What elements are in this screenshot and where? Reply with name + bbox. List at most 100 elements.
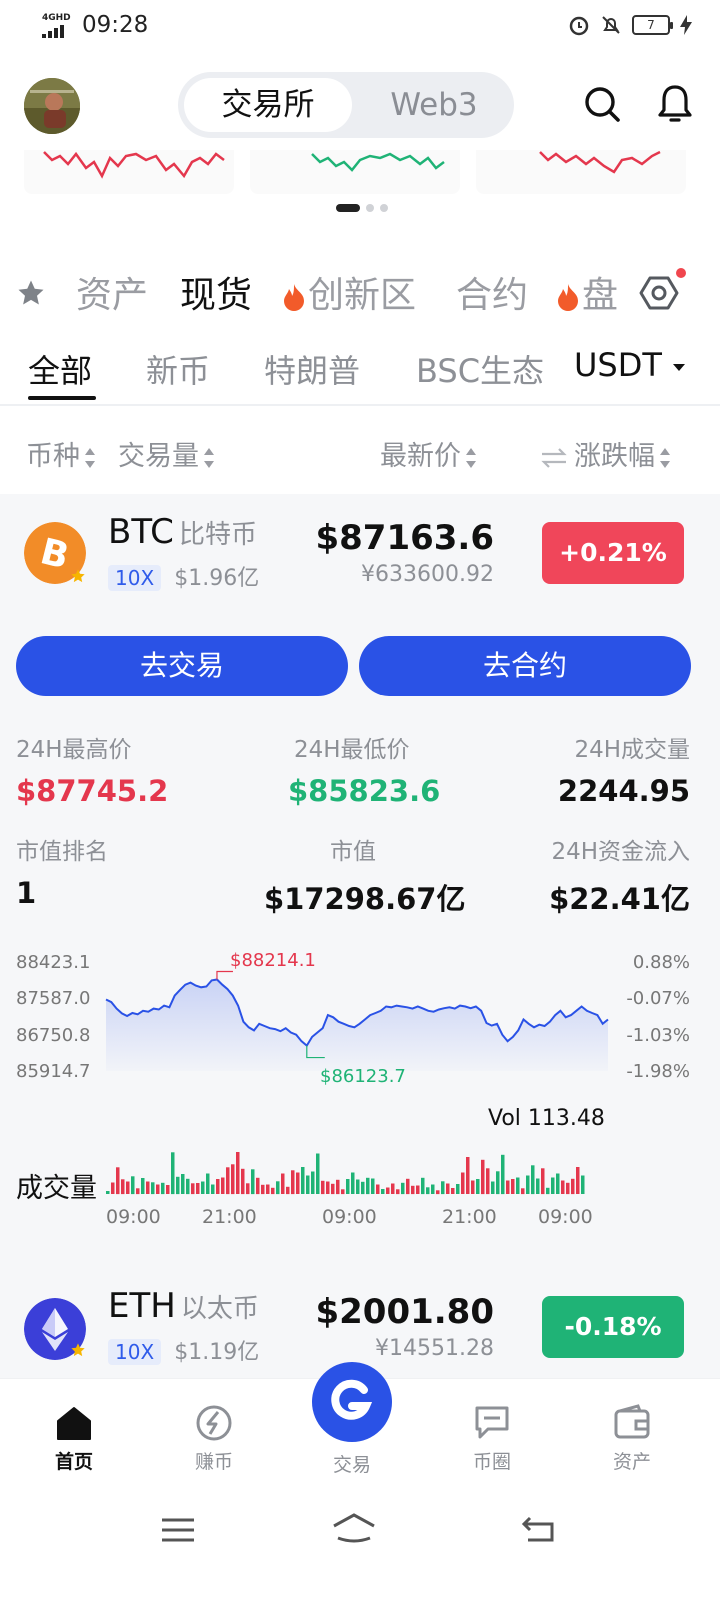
sort-change[interactable]: 涨跌幅 xyxy=(540,434,671,473)
market-banner-card[interactable] xyxy=(24,150,234,194)
back-icon[interactable] xyxy=(520,1514,556,1544)
volume-bar xyxy=(516,1177,520,1194)
nav-home[interactable]: 首页 xyxy=(24,1403,124,1474)
volume-bar xyxy=(276,1181,280,1195)
avatar[interactable] xyxy=(24,78,80,134)
menu-icon[interactable] xyxy=(160,1516,196,1544)
search-icon[interactable] xyxy=(582,84,622,124)
mini-chart xyxy=(311,152,445,172)
volume-bar xyxy=(251,1169,255,1195)
alarm-icon xyxy=(569,16,589,36)
inflow-value: $22.41亿 xyxy=(549,882,690,916)
volume-bar xyxy=(291,1170,295,1195)
go-contract-button[interactable]: 去合约 xyxy=(359,636,691,696)
tab-pre-market[interactable]: 盘 xyxy=(556,266,618,318)
quote-currency-select[interactable]: USDT xyxy=(574,346,686,384)
sort-coin[interactable]: 币种 xyxy=(26,434,96,473)
volume-24h-label: 24H成交量 xyxy=(574,737,690,763)
nav-assets[interactable]: 资产 xyxy=(582,1403,682,1474)
volume-bar xyxy=(386,1187,390,1194)
nav-community[interactable]: 币圈 xyxy=(442,1403,542,1474)
caret-down-icon xyxy=(673,364,686,371)
tab-innovation[interactable]: 创新区 xyxy=(282,266,416,318)
volume-bar xyxy=(546,1187,550,1195)
coin-name: 比特币 xyxy=(178,520,257,550)
subtab-trump[interactable]: 特朗普 xyxy=(264,346,360,392)
volume-bar xyxy=(171,1152,175,1195)
subtab-all[interactable]: 全部 xyxy=(28,346,92,392)
volume-bar xyxy=(336,1179,340,1195)
tab-innovation-label: 创新区 xyxy=(308,275,417,316)
home-gesture-icon[interactable] xyxy=(330,1512,378,1544)
banner-pagination xyxy=(336,204,388,212)
high-value: $87745.2 xyxy=(16,774,169,808)
sort-price[interactable]: 最新价 xyxy=(380,434,477,473)
volume-bar xyxy=(136,1188,140,1195)
inflow-label: 24H资金流入 xyxy=(551,839,690,865)
volume-bar xyxy=(301,1167,305,1194)
subtab-underline xyxy=(28,396,96,400)
volume-chart xyxy=(106,1152,585,1195)
market-banner-card[interactable] xyxy=(476,150,686,194)
settings-icon[interactable] xyxy=(638,272,680,314)
tab-assets[interactable]: 资产 xyxy=(76,266,148,318)
favorites-star-icon[interactable] xyxy=(16,278,46,308)
tab-pre-market-label: 盘 xyxy=(582,275,619,316)
signal-icon xyxy=(42,25,64,38)
volume-bar xyxy=(166,1185,170,1194)
volume-bar xyxy=(441,1181,445,1195)
change-badge[interactable]: -0.18% xyxy=(542,1296,684,1358)
volume-bar xyxy=(211,1184,215,1194)
column-coin-label: 币种 xyxy=(26,441,80,472)
volume-bar xyxy=(236,1152,240,1194)
change-badge[interactable]: +0.21% xyxy=(542,522,684,584)
volume-bar xyxy=(421,1177,425,1195)
swap-icon xyxy=(541,447,567,468)
go-trade-button[interactable]: 去交易 xyxy=(16,636,348,696)
volume-bar xyxy=(471,1180,475,1194)
x-tick-label: 21:00 xyxy=(202,1206,257,1228)
volume-24h-value: 2244.95 xyxy=(557,774,690,808)
wallet-icon xyxy=(614,1404,650,1439)
battery-indicator: 7 xyxy=(632,15,673,35)
volume-bar xyxy=(506,1180,510,1194)
btc-row[interactable]: B BTC 比特币 10X $1.96亿 $87163.6 ¥633600.92… xyxy=(0,506,720,606)
mini-chart xyxy=(539,150,661,174)
tab-spot[interactable]: 现货 xyxy=(180,266,252,318)
volume-bar xyxy=(201,1181,205,1194)
volume-readout: Vol 113.48 xyxy=(488,1106,605,1131)
volume-bar xyxy=(151,1182,155,1195)
volume-bar xyxy=(331,1183,335,1195)
coin-price-cny: ¥14551.28 xyxy=(375,1336,494,1361)
avatar-image xyxy=(24,78,80,134)
high-label: 24H最高价 xyxy=(16,737,132,763)
volume-bar xyxy=(541,1168,545,1195)
volume-bar xyxy=(296,1172,300,1194)
rank-value: 1 xyxy=(16,876,37,910)
fire-icon xyxy=(558,284,578,311)
subtab-bsc[interactable]: BSC生态 xyxy=(416,346,556,392)
volume-bar xyxy=(396,1189,400,1195)
volume-bar xyxy=(326,1181,330,1194)
volume-bar xyxy=(216,1179,220,1194)
sort-icon xyxy=(85,447,95,468)
nav-community-label: 币圈 xyxy=(472,1451,511,1473)
charging-icon xyxy=(680,15,692,35)
nav-earn-label: 赚币 xyxy=(194,1451,233,1473)
volume-bar xyxy=(436,1190,440,1195)
market-banner-card[interactable] xyxy=(250,150,460,194)
tab-exchange[interactable]: 交易所 xyxy=(184,78,352,132)
tab-web3[interactable]: Web3 xyxy=(360,78,508,132)
volume-bar xyxy=(241,1168,245,1195)
bell-icon[interactable] xyxy=(654,82,696,124)
volume-bar xyxy=(411,1185,415,1195)
volume-bar xyxy=(426,1187,430,1195)
subtab-new[interactable]: 新币 xyxy=(146,346,210,392)
volume-bar xyxy=(391,1183,395,1194)
tab-futures[interactable]: 合约 xyxy=(456,266,528,318)
nav-earn[interactable]: 赚币 xyxy=(164,1403,264,1474)
volume-bar xyxy=(566,1182,570,1195)
low-value: $85823.6 xyxy=(288,774,441,808)
sort-volume[interactable]: 交易量 xyxy=(118,434,215,473)
trade-fab-button[interactable] xyxy=(312,1362,392,1442)
